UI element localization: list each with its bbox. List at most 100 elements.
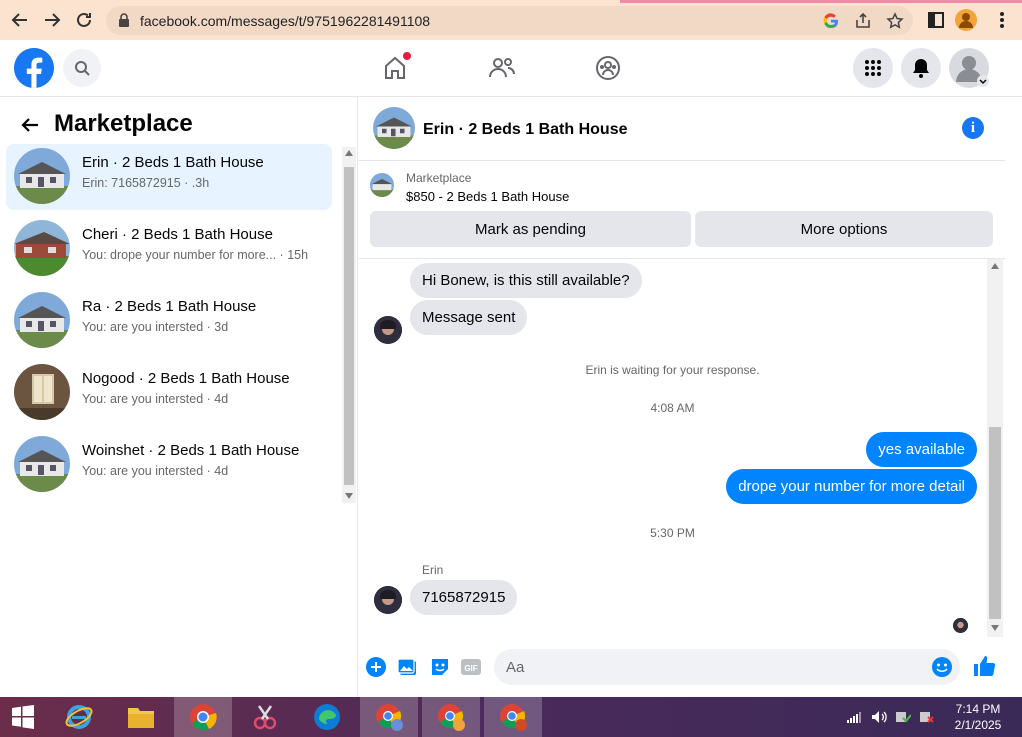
like-thumbs-up-icon[interactable] — [972, 654, 996, 678]
url-text: facebook.com/messages/t/9751962281491108 — [140, 13, 431, 29]
mark-as-pending-button[interactable]: Mark as pending — [370, 211, 691, 247]
lock-icon — [118, 13, 130, 32]
conversation-snippet: You: are you intersted · 3d — [82, 320, 229, 334]
chrome-profile-taskbar-icon[interactable] — [484, 697, 542, 737]
clock-date: 2/1/2025 — [954, 718, 1002, 732]
chat-listing-avatar[interactable] — [373, 107, 415, 149]
volume-icon[interactable] — [868, 697, 890, 737]
sender-avatar[interactable] — [374, 586, 402, 614]
chat-header: Erin · 2 Beds 1 Bath House i — [359, 97, 1005, 161]
message-input[interactable]: Aa — [494, 649, 960, 685]
conversation-snippet: You: drope your number for more... · 15h — [82, 248, 309, 262]
google-icon[interactable] — [822, 12, 840, 30]
browser-profile-avatar[interactable] — [955, 9, 977, 31]
listing-thumbnail — [14, 364, 70, 420]
message-composer: GIF Aa — [359, 645, 1005, 691]
conversation-title: Cheri · 2 Beds 1 Bath House — [82, 226, 273, 243]
reload-icon[interactable] — [72, 8, 96, 32]
listing-thumbnail — [14, 220, 70, 276]
conversation-item[interactable]: Ra · 2 Beds 1 Bath House You: are you in… — [6, 288, 332, 354]
message-input-placeholder: Aa — [506, 659, 525, 676]
sticker-icon[interactable] — [429, 656, 451, 678]
security-icon[interactable] — [892, 697, 914, 737]
conversation-snippet: Erin: 7165872915 · .3h — [82, 176, 210, 190]
flag-icon[interactable] — [916, 697, 938, 737]
emoji-icon[interactable] — [931, 656, 953, 678]
outgoing-message[interactable]: drope your number for more detail — [726, 469, 977, 504]
facebook-header — [0, 40, 1022, 97]
conversation-snippet: You: are you intersted · 4d — [82, 464, 229, 478]
outgoing-message[interactable]: yes available — [866, 432, 977, 467]
chrome-taskbar-icon[interactable] — [174, 697, 232, 737]
conversation-list-panel: Marketplace Erin · 2 Beds 1 Bath House E… — [0, 97, 358, 697]
listing-price[interactable]: $850 - 2 Beds 1 Bath House — [406, 189, 569, 204]
conversation-snippet: You: are you intersted · 4d — [82, 392, 229, 406]
message-thread: Hi Bonew, is this still available? Messa… — [359, 259, 986, 637]
listing-thumbnail — [14, 292, 70, 348]
listing-thumbnail — [14, 148, 70, 204]
incoming-message[interactable]: Message sent — [410, 300, 528, 335]
windows-start-icon[interactable] — [0, 697, 46, 737]
notifications-bell-icon[interactable] — [901, 48, 941, 88]
sender-avatar[interactable] — [374, 316, 402, 344]
edge-icon[interactable] — [298, 697, 356, 737]
windows-taskbar: 7:14 PM 2/1/2025 — [0, 697, 1022, 737]
conversation-title: Nogood · 2 Beds 1 Bath House — [82, 370, 290, 387]
address-bar[interactable]: facebook.com/messages/t/9751962281491108 — [106, 6, 913, 35]
photo-icon[interactable] — [397, 656, 419, 678]
chrome-profile-taskbar-icon[interactable] — [422, 697, 480, 737]
svg-text:GIF: GIF — [464, 664, 477, 673]
search-icon[interactable] — [63, 49, 101, 87]
share-icon[interactable] — [854, 12, 872, 30]
gif-icon[interactable]: GIF — [460, 656, 482, 678]
timestamp: 4:08 AM — [650, 401, 695, 415]
sidepanel-icon[interactable] — [924, 8, 948, 32]
read-receipt-avatar — [953, 618, 968, 633]
clock-time: 7:14 PM — [955, 702, 1001, 716]
timestamp: 5:30 PM — [650, 526, 695, 540]
conversation-title: Erin · 2 Beds 1 Bath House — [82, 154, 264, 171]
snipping-tool-icon[interactable] — [236, 697, 294, 737]
taskbar-clock[interactable]: 7:14 PM 2/1/2025 — [948, 701, 1008, 733]
incoming-message[interactable]: 7165872915 — [410, 580, 518, 615]
chrome-profile-taskbar-icon[interactable] — [360, 697, 418, 737]
conversation-list-scrollbar[interactable] — [342, 147, 356, 503]
groups-icon[interactable] — [592, 52, 624, 84]
chat-title[interactable]: Erin · 2 Beds 1 Bath House — [423, 121, 628, 139]
marketplace-listing-bar: Marketplace $850 - 2 Beds 1 Bath House M… — [359, 161, 1005, 259]
incoming-message[interactable]: Hi Bonew, is this still available? — [410, 263, 642, 298]
conversation-item[interactable]: Erin · 2 Beds 1 Bath House Erin: 7165872… — [6, 144, 332, 210]
plus-circle-icon[interactable] — [365, 656, 387, 678]
conversation-item[interactable]: Cheri · 2 Beds 1 Bath House You: drope y… — [6, 216, 332, 282]
conversation-item[interactable]: Nogood · 2 Beds 1 Bath House You: are yo… — [6, 360, 332, 426]
forward-icon[interactable] — [40, 8, 64, 32]
more-options-button[interactable]: More options — [695, 211, 993, 247]
listing-thumbnail[interactable] — [370, 173, 394, 197]
tab-strip-accent — [620, 0, 1022, 3]
message-thread-scrollbar[interactable] — [987, 259, 1003, 637]
account-avatar[interactable] — [949, 48, 989, 88]
browser-menu-icon[interactable] — [990, 8, 1014, 32]
network-icon[interactable] — [844, 697, 864, 737]
conversation-title: Woinshet · 2 Beds 1 Bath House — [82, 442, 300, 459]
internet-explorer-icon[interactable] — [50, 697, 108, 737]
home-notification-dot — [403, 52, 411, 60]
info-icon[interactable]: i — [962, 117, 984, 139]
listing-label: Marketplace — [406, 171, 472, 185]
listing-thumbnail — [14, 436, 70, 492]
bookmark-star-icon[interactable] — [886, 12, 904, 30]
waiting-notice: Erin is waiting for your response. — [585, 363, 760, 377]
file-explorer-icon[interactable] — [112, 697, 170, 737]
sender-name: Erin — [422, 563, 444, 577]
conversation-item[interactable]: Woinshet · 2 Beds 1 Bath House You: are … — [6, 432, 332, 498]
menu-grid-icon[interactable] — [853, 48, 893, 88]
facebook-logo-icon[interactable] — [14, 48, 54, 88]
panel-title: Marketplace — [54, 110, 193, 137]
back-icon[interactable] — [8, 8, 32, 32]
back-arrow-icon[interactable] — [18, 113, 42, 137]
browser-toolbar: facebook.com/messages/t/9751962281491108 — [0, 0, 1022, 40]
friends-icon[interactable] — [486, 52, 518, 84]
scrollbar-thumb[interactable] — [344, 167, 354, 485]
conversation-title: Ra · 2 Beds 1 Bath House — [82, 298, 257, 315]
scrollbar-thumb[interactable] — [989, 427, 1001, 619]
